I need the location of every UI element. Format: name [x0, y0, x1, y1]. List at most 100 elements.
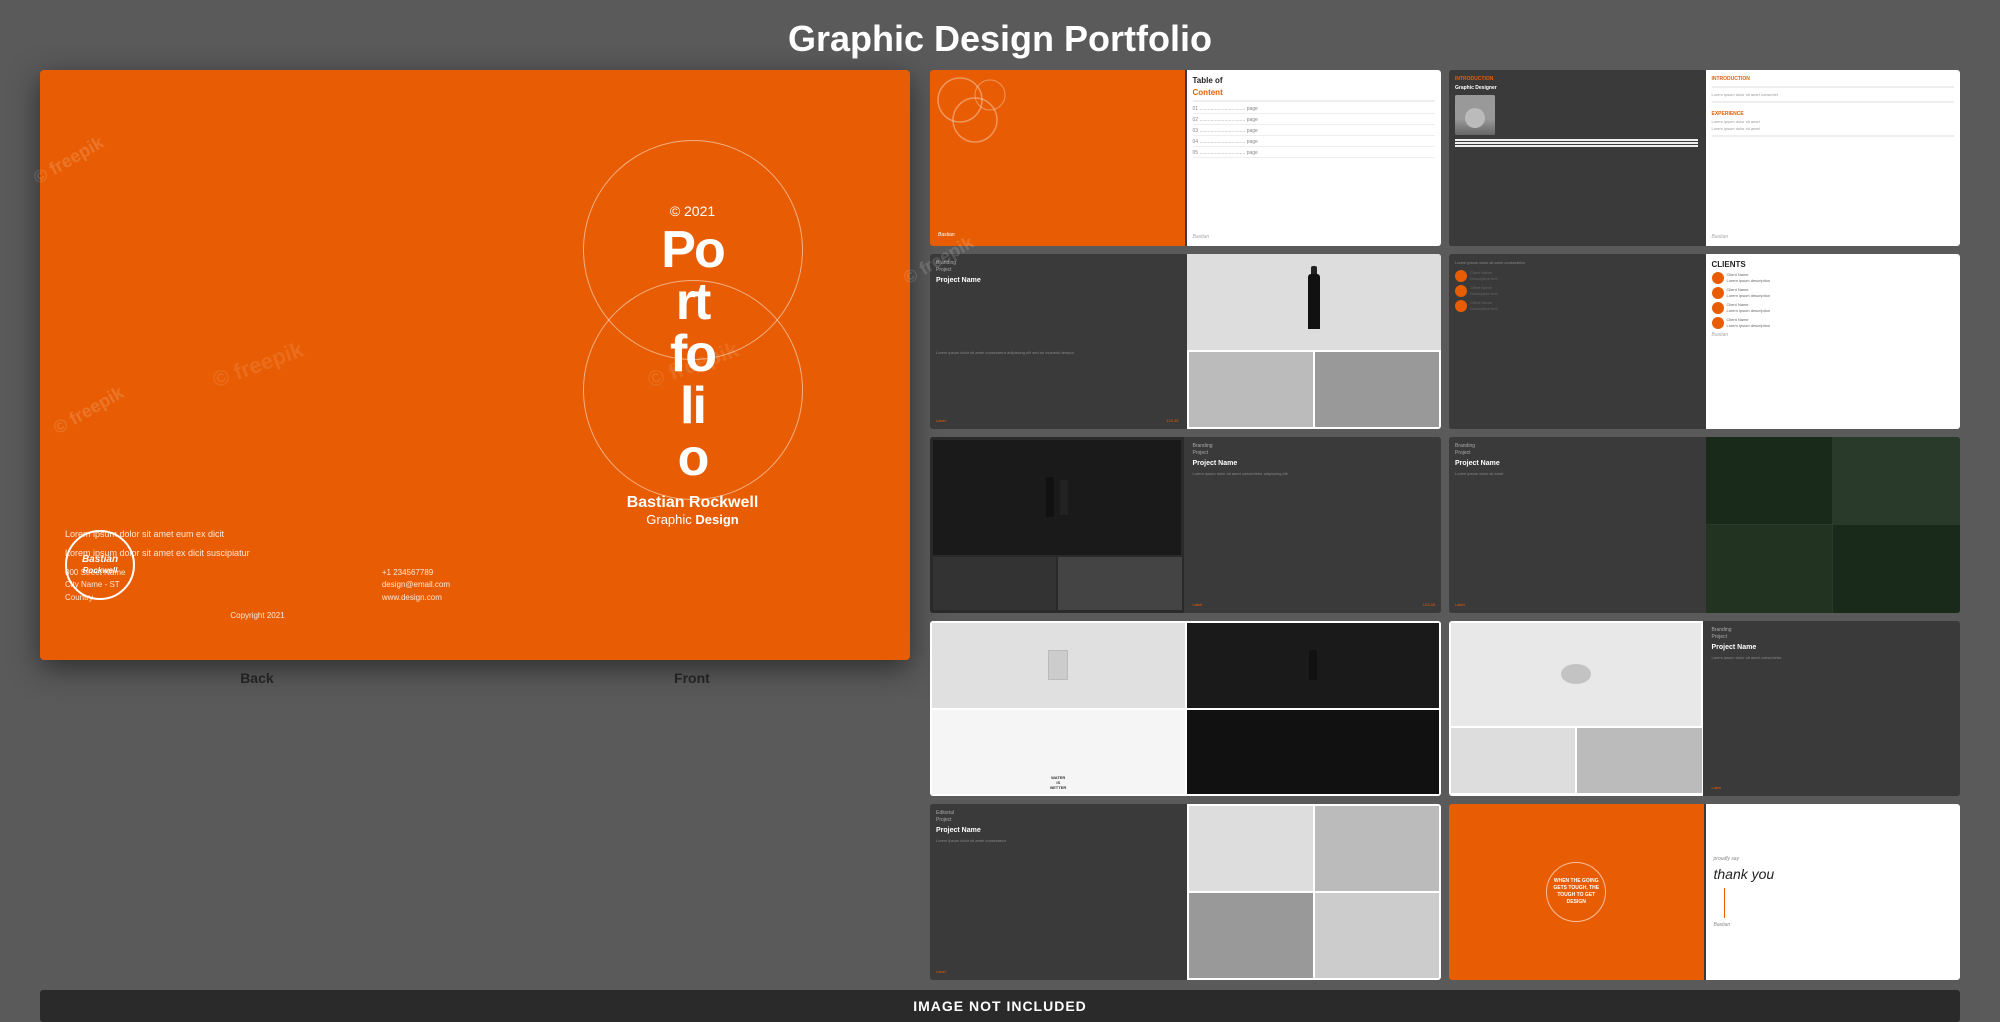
- about-right-text1: Lorem ipsum dolor sit amet consectet: [1712, 92, 1955, 97]
- thank-you-text: thank you: [1714, 866, 1775, 882]
- about-text-line-3: [1455, 145, 1698, 147]
- logo-line1: Po: [627, 224, 759, 276]
- editorial-text: EditorialProject Project Name Lorem ipsu…: [936, 810, 1179, 844]
- about-spread: INTRODUCTION Graphic Designer INTRODUCTI…: [1449, 70, 1960, 246]
- shelf-4: [1833, 525, 1960, 612]
- pack-text: WATERISBETTER: [1050, 775, 1066, 791]
- client-name-1: Client NameDescription text: [1470, 270, 1498, 280]
- branding1-name: Project Name: [936, 277, 1179, 284]
- client-name-r1: Client NameLorem ipsum description: [1727, 272, 1771, 282]
- subtitle-regular: Graphic: [646, 512, 695, 527]
- branding2-name: Project Name: [1192, 460, 1435, 467]
- branding2-right: BrandingProject Project Name Lorem ipsum…: [1186, 437, 1441, 613]
- water-category: BrandingProject: [1711, 627, 1954, 641]
- client-row-r2: Client NameLorem ipsum description: [1712, 287, 1955, 299]
- clients-right-page: CLIENTS Client NameLorem ipsum descripti…: [1706, 254, 1961, 430]
- thankyou-spread: WHEN THE GOING GETS TOUGH, THE TOUGH TO …: [1449, 804, 1960, 980]
- water-tag: Label: [1711, 785, 1721, 790]
- toc-title-regular: Table of: [1193, 76, 1435, 86]
- toc-item-2: 02 ................................. pag…: [1193, 116, 1435, 125]
- cover-spread: © freepik BastianRockwell Lorem ipsum do…: [40, 70, 910, 980]
- client-name-r4: Client NameLorem ipsum description: [1727, 317, 1771, 327]
- thankyou-sig: Bastian: [1714, 922, 1731, 928]
- water-left: [1449, 621, 1703, 797]
- thumb-about[interactable]: INTRODUCTION Graphic Designer INTRODUCTI…: [1449, 70, 1960, 246]
- logo-line2: rt: [627, 276, 759, 328]
- client-name-r3: Client NameLorem ipsum description: [1727, 302, 1771, 312]
- proudly-say: proudly say: [1714, 856, 1740, 862]
- water-footer: Label: [1711, 785, 1954, 790]
- toc-circles-svg: [935, 75, 1015, 155]
- thankyou-quote: WHEN THE GOING GETS TOUGH, THE TOUGH TO …: [1547, 878, 1605, 906]
- ed-img-3: [1189, 893, 1313, 978]
- client-row-3: Client NameDescription text: [1455, 300, 1698, 312]
- shelf-1: [1706, 437, 1833, 524]
- toc-spread: Bastian Table of Content 01 ............…: [930, 70, 1441, 246]
- client-name-2: Client NameDescription text: [1470, 285, 1498, 295]
- thumb-clients[interactable]: Lorem ipsum dolor sit amet consectetur C…: [1449, 254, 1960, 430]
- phone: +1 234567789: [382, 567, 450, 580]
- thumb-packaging[interactable]: WATERISBETTER: [930, 621, 1441, 797]
- pack-cell-3: WATERISBETTER: [932, 710, 1185, 795]
- shelf-3: [1706, 525, 1833, 612]
- clients-left-text1: Lorem ipsum dolor sit amet consectetur: [1455, 260, 1698, 266]
- branding2-sub1: [933, 557, 1056, 610]
- bottle-1: [1308, 274, 1320, 329]
- back-cover: © freepik BastianRockwell Lorem ipsum do…: [40, 70, 475, 660]
- website: www.design.com: [382, 592, 450, 605]
- toc-footer-sig: Bastian: [1193, 234, 1435, 240]
- toc-title-orange: Content: [1193, 88, 1435, 97]
- thumb-water[interactable]: BrandingProject Project Name Lorem ipsum…: [1449, 621, 1960, 797]
- water-img-b1: [1451, 728, 1575, 793]
- about-right-page: INTRODUCTION Lorem ipsum dolor sit amet …: [1706, 70, 1961, 246]
- about-right-line1: [1712, 86, 1955, 88]
- branding1-img-bottom: [1187, 350, 1441, 429]
- thumb-branding3[interactable]: BrandingProject Project Name Lorem ipsum…: [1449, 437, 1960, 613]
- about-sig: Bastian: [1712, 234, 1955, 240]
- pack-cell-4: [1187, 710, 1440, 795]
- logo-line5: o: [627, 432, 759, 484]
- toc-item-3: 03 ................................. pag…: [1193, 127, 1435, 136]
- cover-container: © freepik BastianRockwell Lorem ipsum do…: [40, 70, 910, 660]
- pack-cell-2: [1187, 623, 1440, 708]
- toc-item-4: 04 ................................. pag…: [1193, 138, 1435, 147]
- shelf-2: [1833, 437, 1960, 524]
- about-text-line-2: [1455, 142, 1698, 144]
- toc-logo-script: Bastian: [938, 232, 1177, 238]
- thumb-toc[interactable]: Bastian Table of Content 01 ............…: [930, 70, 1441, 246]
- author-subtitle: Graphic Design: [627, 512, 759, 527]
- client-circle-r3: [1712, 302, 1724, 314]
- branding3-body: Lorem ipsum dolor sit amet: [1455, 471, 1698, 477]
- editorial-footer: Label: [936, 969, 1179, 974]
- branding1-header: BrandingProject Project Name: [936, 260, 1179, 284]
- branding1-category: BrandingProject: [936, 260, 1179, 274]
- thumb-editorial[interactable]: EditorialProject Project Name Lorem ipsu…: [930, 804, 1441, 980]
- water-right: BrandingProject Project Name Lorem ipsum…: [1705, 621, 1960, 797]
- clients-left-page: Lorem ipsum dolor sit amet consectetur C…: [1449, 254, 1704, 430]
- logo-text: BastianRockwell: [82, 554, 118, 576]
- about-face-circle: [1465, 108, 1485, 128]
- about-right-line3: [1712, 135, 1955, 137]
- about-left-page: INTRODUCTION Graphic Designer: [1449, 70, 1704, 246]
- client-row-r1: Client NameLorem ipsum description: [1712, 272, 1955, 284]
- logo-circle: BastianRockwell: [65, 530, 135, 600]
- client-circle-2: [1455, 285, 1467, 297]
- copyright: Copyright 2021: [65, 611, 450, 620]
- thumb-branding2[interactable]: BrandingProject Project Name Lorem ipsum…: [930, 437, 1441, 613]
- ed-img-2: [1315, 806, 1439, 891]
- branding2-category: BrandingProject: [1192, 443, 1435, 457]
- editorial-left: EditorialProject Project Name Lorem ipsu…: [930, 804, 1185, 980]
- thumb-thankyou[interactable]: WHEN THE GOING GETS TOUGH, THE TOUGH TO …: [1449, 804, 1960, 980]
- copyright-year: © 2021: [627, 203, 759, 219]
- page-title: Graphic Design Portfolio: [0, 0, 2000, 70]
- branding1-img-br: [1315, 352, 1439, 427]
- address-col2: +1 234567789 design@email.com www.design…: [382, 567, 450, 605]
- about-orange-label: INTRODUCTION: [1455, 76, 1698, 82]
- branding2-text-top: BrandingProject Project Name Lorem ipsum…: [1192, 443, 1435, 477]
- thankyou-left: WHEN THE GOING GETS TOUGH, THE TOUGH TO …: [1449, 804, 1704, 980]
- pack-cell-1: [932, 623, 1185, 708]
- thumb-branding1[interactable]: BrandingProject Project Name Lorem ipsum…: [930, 254, 1441, 430]
- portfolio-logo: Portfolio: [627, 224, 759, 484]
- client-name-3: Client NameDescription text: [1470, 300, 1498, 310]
- about-text-line-1: [1455, 139, 1698, 141]
